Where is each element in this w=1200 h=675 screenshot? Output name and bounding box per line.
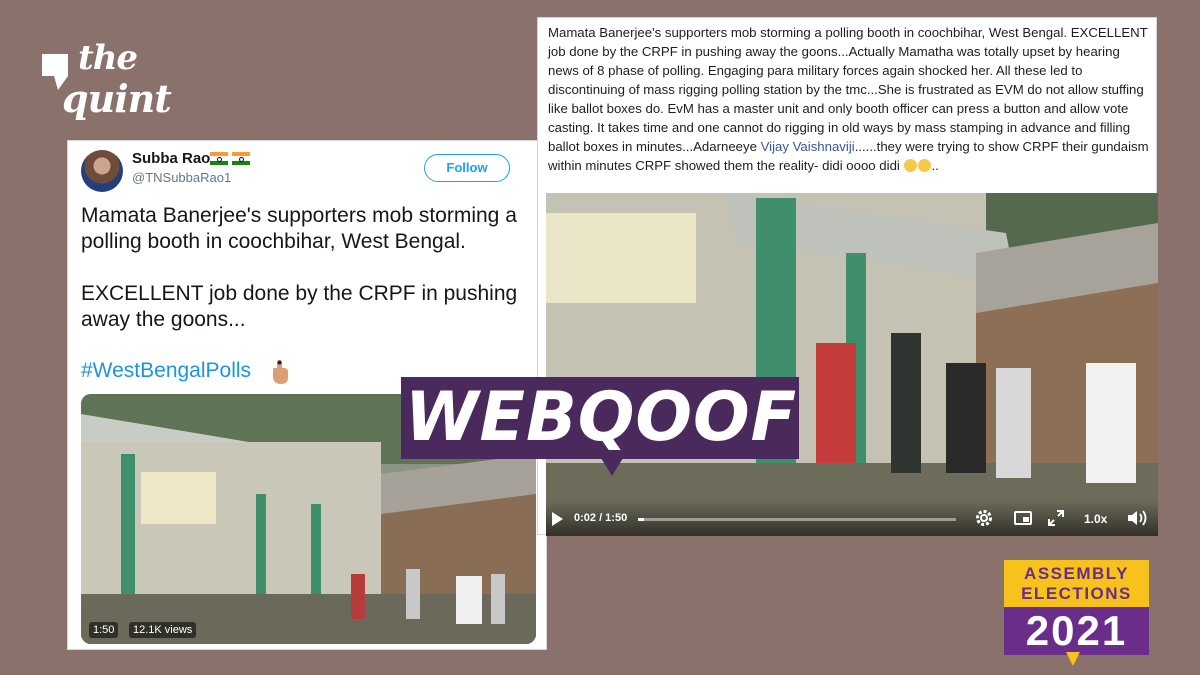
tweet-handle[interactable]: @TNSubbaRao1 — [132, 170, 231, 185]
logo-text-quint: quint — [62, 76, 172, 121]
hashtag-link[interactable]: #WestBengalPolls — [81, 359, 251, 383]
laughing-emoji-icon — [917, 159, 931, 172]
india-flag-icon — [232, 152, 250, 165]
gear-icon[interactable] — [974, 508, 994, 528]
follow-button[interactable]: Follow — [424, 154, 510, 182]
video-progress-fill — [638, 518, 645, 521]
video-view-count: 12.1K views — [129, 622, 197, 638]
video-controls: 0:02 / 1:50 1.0x — [546, 500, 1158, 536]
assembly-elections-badge: ASSEMBLY ELECTIONS 2021 — [1004, 560, 1149, 655]
video-timestamp: 0:02 / 1:50 — [574, 512, 628, 524]
video-progress-bar[interactable] — [638, 518, 956, 521]
post-text-body: Mamata Banerjee's supporters mob stormin… — [548, 25, 1148, 154]
webqoof-label: WEBQOOF — [404, 378, 798, 457]
mention-link[interactable]: Vijay Vaishnaviji — [761, 139, 855, 154]
fullscreen-icon[interactable] — [1046, 508, 1066, 528]
avatar[interactable] — [81, 150, 123, 192]
tweet-text-paragraph: EXCELLENT job done by the CRPF in pushin… — [81, 282, 518, 331]
video-frame-polling-booth — [546, 193, 1158, 536]
badge-line-assembly: ASSEMBLY — [1024, 564, 1129, 583]
badge-bubble-tail — [1066, 652, 1080, 666]
post-text-end: .. — [931, 158, 939, 173]
volume-icon[interactable] — [1126, 508, 1148, 528]
india-flag-icon — [210, 152, 228, 165]
facebook-video-player[interactable]: 0:02 / 1:50 1.0x — [546, 193, 1158, 536]
tweet-user-name[interactable]: Subba Rao — [132, 150, 210, 167]
the-quint-logo: the quint — [38, 38, 178, 134]
logo-text-the: the — [78, 38, 138, 78]
post-text: Mamata Banerjee's supporters mob stormin… — [548, 23, 1152, 175]
badge-year: 2021 — [1004, 607, 1149, 655]
play-icon[interactable] — [552, 512, 563, 526]
picture-in-picture-icon[interactable] — [1014, 511, 1032, 525]
laughing-emoji-icon — [903, 159, 917, 172]
speech-bubble-tail — [601, 458, 623, 476]
india-flag-icons — [210, 152, 250, 166]
video-duration: 1:50 — [89, 622, 119, 638]
tweet-text: Mamata Banerjee's supporters mob stormin… — [81, 203, 541, 359]
playback-speed[interactable]: 1.0x — [1084, 512, 1107, 526]
tweet-text-paragraph: Mamata Banerjee's supporters mob stormin… — [81, 204, 517, 253]
webqoof-banner: WEBQOOF — [401, 377, 799, 459]
badge-line-elections: ELECTIONS — [1021, 584, 1132, 603]
inked-finger-icon — [273, 360, 288, 384]
